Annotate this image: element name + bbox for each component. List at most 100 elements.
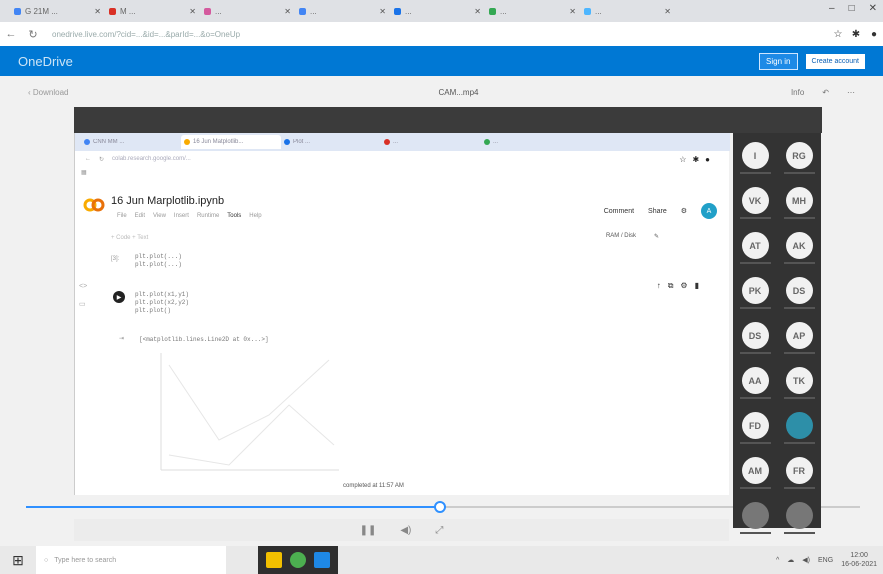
clock[interactable]: 12:00 16-06-2021	[841, 551, 877, 569]
browser-tab[interactable]: ... ✕	[295, 3, 390, 19]
tab-label: ...	[500, 6, 507, 16]
search-icon: ○	[44, 556, 49, 564]
system-tray: ^ ☁ ◀) ENG 12:00 16-06-2021	[776, 551, 883, 569]
undo-icon[interactable]: ↶	[822, 88, 829, 97]
browser-tab[interactable]: ... ✕	[200, 3, 295, 19]
ram-label: RAM / Disk	[605, 233, 636, 239]
sign-in-button[interactable]: Sign in	[759, 52, 798, 70]
browser-tab[interactable]: G 21M ... ✕	[10, 3, 105, 19]
file-viewer-bar: ‹ Download CAM...mp4 Info ↶ ⋯	[0, 80, 883, 104]
video-controls: ❚❚ ◀) ⤢	[74, 519, 729, 541]
extensions-icon[interactable]: ✱	[847, 29, 865, 40]
inner-tab-icon	[284, 139, 290, 145]
participants-panel: I RG VK MH AT AK PK DS DS AP AA TK FD AM FR	[733, 133, 821, 534]
onedrive-logo[interactable]: OneDrive	[18, 54, 73, 69]
tab-favicon-icon	[394, 7, 401, 15]
tray-arrow-icon[interactable]: ^	[776, 557, 779, 564]
chrome-icon[interactable]	[290, 552, 306, 568]
inner-tab: 16 Jun Matplotlib...	[181, 135, 281, 149]
browser-tab[interactable]: ... ✕	[485, 3, 580, 19]
close-button[interactable]: ✕	[869, 3, 877, 14]
participant-avatar[interactable]	[783, 412, 815, 444]
browser-tab[interactable]: ... ✕	[580, 3, 675, 19]
restore-button[interactable]: □	[849, 3, 855, 14]
cell-output-text: [<matplotlib.lines.Line2D at 0x...>]	[139, 336, 269, 343]
code-line: plt.plot()	[135, 307, 172, 314]
tab-close-icon[interactable]: ✕	[94, 7, 101, 16]
url-field[interactable]: onedrive.live.com/?cid=...&id=...&parId=…	[52, 26, 821, 42]
inner-tab-icon	[384, 139, 390, 145]
participant-avatar[interactable]: FD	[739, 412, 771, 444]
participant-avatar[interactable]: DS	[783, 277, 815, 309]
cell-toolbar: ↑ ⧉ ⚙ ▮	[657, 281, 699, 291]
video-top-strip	[74, 107, 822, 133]
arrow-up-icon: ↑	[656, 281, 661, 290]
app-icon[interactable]	[314, 552, 330, 568]
browser-tab[interactable]: M ... ✕	[105, 3, 200, 19]
notebook-side-icons: <> ▭	[79, 283, 87, 308]
notebook-actions: Comment Share ⚙ A	[604, 203, 717, 219]
browser-tab[interactable]: ... ✕	[390, 3, 485, 19]
star-icon[interactable]: ☆	[829, 29, 847, 40]
tab-close-icon[interactable]: ✕	[474, 7, 481, 16]
tab-close-icon[interactable]: ✕	[379, 7, 386, 16]
file-explorer-icon[interactable]	[266, 552, 282, 568]
menu-insert: Insert	[173, 213, 189, 219]
inner-ext-icon: ✱	[692, 154, 700, 164]
tab-close-icon[interactable]: ✕	[284, 7, 291, 16]
tab-favicon-icon	[14, 7, 21, 15]
menu-edit: Edit	[134, 213, 146, 219]
speaker-icon[interactable]: ◀)	[802, 556, 810, 564]
pause-icon[interactable]: ❚❚	[360, 525, 377, 536]
tab-label: ...	[595, 6, 602, 16]
participant-avatar[interactable]: AT	[739, 232, 771, 264]
minimize-button[interactable]: –	[829, 3, 835, 14]
cell-number: [3]:	[111, 256, 120, 262]
more-icon[interactable]: ⋯	[847, 88, 855, 97]
participant-avatar[interactable]: DS	[739, 322, 771, 354]
address-bar: ← ↻ onedrive.live.com/?cid=...&id=...&pa…	[0, 22, 883, 46]
inner-star-icon: ☆	[679, 154, 687, 164]
participant-avatar[interactable]: I	[739, 142, 771, 174]
profile-icon[interactable]: ●	[865, 29, 883, 40]
code-cell-2: plt.plot(x1,y1) plt.plot(x2,y2) plt.plot()	[135, 291, 189, 315]
participant-avatar[interactable]: FR	[783, 457, 815, 489]
network-icon[interactable]: ☁	[787, 556, 794, 564]
participant-avatar[interactable]: AK	[783, 232, 815, 264]
taskbar-search[interactable]: ○ Type here to search	[36, 546, 226, 574]
tab-label: ...	[405, 6, 412, 16]
participant-avatar[interactable]	[739, 502, 771, 534]
inner-address-bar: ← ↻ colab.research.google.com/... ☆ ✱ ●	[75, 151, 730, 167]
reload-icon[interactable]: ↻	[22, 28, 44, 41]
tab-close-icon[interactable]: ✕	[569, 7, 576, 16]
participant-avatar[interactable]	[783, 502, 815, 534]
create-account-button[interactable]: Create account	[805, 53, 865, 69]
inner-tab-icon	[484, 139, 490, 145]
participant-avatar[interactable]: RG	[783, 142, 815, 174]
inner-tab: ...	[481, 139, 581, 145]
link-icon: ⧉	[667, 281, 674, 290]
language-indicator[interactable]: ENG	[818, 557, 833, 564]
inner-tab-icon	[184, 139, 190, 145]
participant-avatar[interactable]: TK	[783, 367, 815, 399]
tab-close-icon[interactable]: ✕	[664, 7, 671, 16]
participant-avatar[interactable]: AA	[739, 367, 771, 399]
seek-handle[interactable]	[434, 501, 446, 513]
menu-file: File	[117, 213, 127, 219]
volume-icon[interactable]: ◀)	[400, 525, 411, 536]
fullscreen-icon[interactable]: ⤢	[435, 525, 443, 536]
tab-close-icon[interactable]: ✕	[189, 7, 196, 16]
inner-tab-icon	[84, 139, 90, 145]
participant-avatar[interactable]: AP	[783, 322, 815, 354]
info-button[interactable]: Info	[791, 88, 804, 97]
participant-avatar[interactable]: MH	[783, 187, 815, 219]
back-link[interactable]: ‹ Download	[28, 88, 68, 97]
participant-avatar[interactable]: AM	[739, 457, 771, 489]
participant-avatar[interactable]: PK	[739, 277, 771, 309]
participant-avatar[interactable]: VK	[739, 187, 771, 219]
delete-icon: ▮	[694, 281, 699, 290]
plot-line-1	[168, 359, 330, 441]
menu-view: View	[153, 213, 166, 219]
back-icon[interactable]: ←	[0, 28, 22, 40]
windows-start-icon[interactable]: ⊞	[0, 546, 36, 574]
